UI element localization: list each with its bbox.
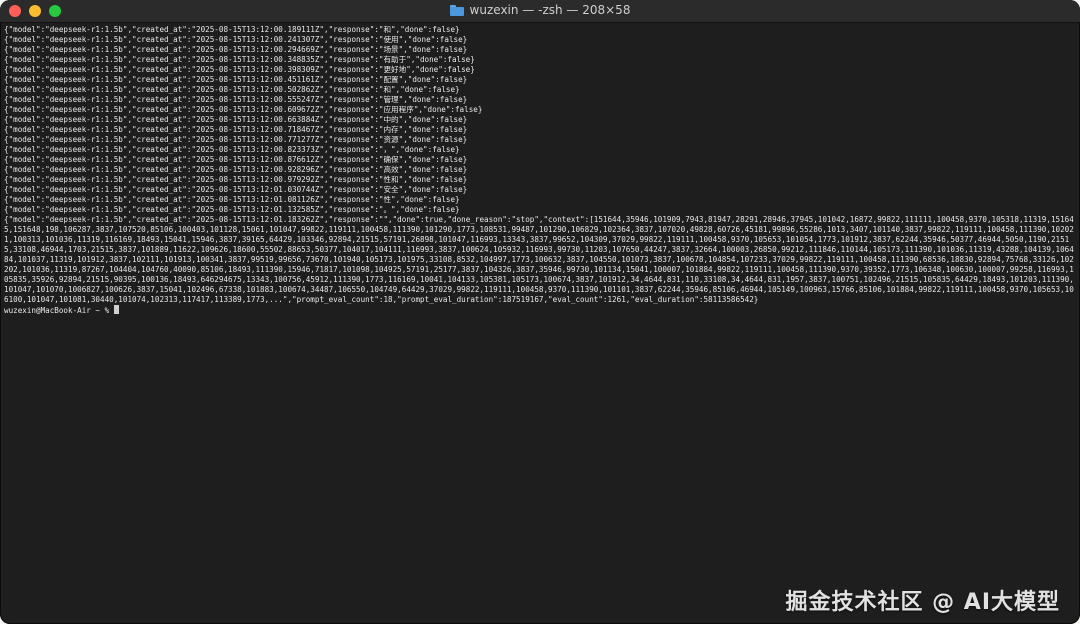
output-line: {"model":"deepseek-r1:1.5b","created_at"… xyxy=(4,55,475,64)
output-line: {"model":"deepseek-r1:1.5b","created_at"… xyxy=(4,65,475,74)
title-bar[interactable]: wuzexin — -zsh — 208×58 xyxy=(0,0,1080,23)
terminal-output[interactable]: {"model":"deepseek-r1:1.5b","created_at"… xyxy=(4,25,1076,622)
terminal-window: wuzexin — -zsh — 208×58 {"model":"deepse… xyxy=(0,0,1080,624)
output-line: {"model":"deepseek-r1:1.5b","created_at"… xyxy=(4,135,468,144)
output-line: {"model":"deepseek-r1:1.5b","created_at"… xyxy=(4,155,468,164)
output-line: {"model":"deepseek-r1:1.5b","created_at"… xyxy=(4,175,468,184)
output-line: {"model":"deepseek-r1:1.5b","created_at"… xyxy=(4,115,468,124)
output-lines: {"model":"deepseek-r1:1.5b","created_at"… xyxy=(4,25,1076,215)
output-line: {"model":"deepseek-r1:1.5b","created_at"… xyxy=(4,195,460,204)
output-line: {"model":"deepseek-r1:1.5b","created_at"… xyxy=(4,205,460,214)
output-line: {"model":"deepseek-r1:1.5b","created_at"… xyxy=(4,35,468,44)
window-title-group: wuzexin — -zsh — 208×58 xyxy=(0,3,1080,17)
output-line: {"model":"deepseek-r1:1.5b","created_at"… xyxy=(4,45,468,54)
output-line: {"model":"deepseek-r1:1.5b","created_at"… xyxy=(4,145,460,154)
folder-icon xyxy=(449,4,464,16)
output-line: {"model":"deepseek-r1:1.5b","created_at"… xyxy=(4,185,468,194)
text-cursor xyxy=(113,305,119,314)
watermark: 掘金技术社区 @ AI大模型 xyxy=(785,590,1060,615)
output-line: {"model":"deepseek-r1:1.5b","created_at"… xyxy=(4,105,483,114)
output-line: {"model":"deepseek-r1:1.5b","created_at"… xyxy=(4,75,468,84)
output-line: {"model":"deepseek-r1:1.5b","created_at"… xyxy=(4,95,468,104)
output-line: {"model":"deepseek-r1:1.5b","created_at"… xyxy=(4,25,460,34)
output-line: {"model":"deepseek-r1:1.5b","created_at"… xyxy=(4,85,460,94)
shell-prompt[interactable]: wuzexin@MacBook-Air ~ % xyxy=(4,305,1076,316)
window-title: wuzexin — -zsh — 208×58 xyxy=(469,3,631,17)
prompt-text: wuzexin@MacBook-Air ~ % xyxy=(4,306,114,315)
output-line: {"model":"deepseek-r1:1.5b","created_at"… xyxy=(4,125,468,134)
final-response-line: {"model":"deepseek-r1:1.5b","created_at"… xyxy=(4,215,1074,304)
output-line: {"model":"deepseek-r1:1.5b","created_at"… xyxy=(4,165,468,174)
